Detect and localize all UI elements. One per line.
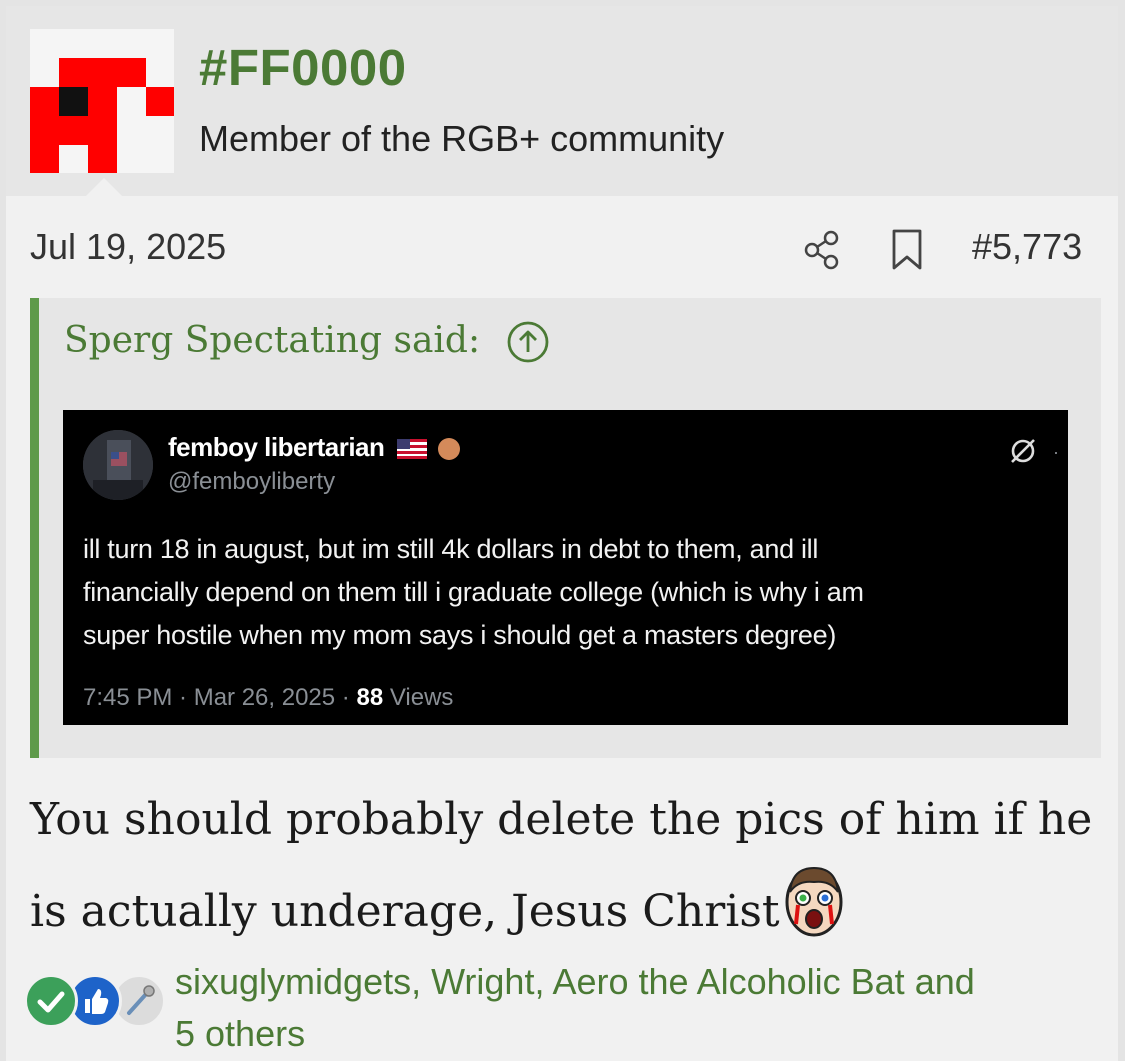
reaction-users-line: sixuglymidgets, Wright, Aero the Alcohol… xyxy=(175,961,975,1002)
check-reaction-icon xyxy=(24,974,78,1028)
tweet-display-name-text: femboy libertarian xyxy=(168,432,385,462)
post-number-link[interactable]: #5,773 xyxy=(972,226,1082,268)
tweet-screenshot: femboy libertarian @femboyliberty · ill … xyxy=(63,410,1068,725)
tweet-avatar xyxy=(83,430,153,500)
more-dots-icon: · xyxy=(1053,442,1059,462)
screaming-face-emoji-icon xyxy=(785,866,843,937)
cat-emoji-icon xyxy=(437,438,460,461)
pixel-avatar-icon xyxy=(30,29,174,173)
reaction-users-link[interactable]: sixuglymidgets, Wright, Aero the Alcohol… xyxy=(175,956,1105,1060)
tweet-views-count: 88 xyxy=(356,684,384,711)
jump-to-quote-icon[interactable] xyxy=(506,320,550,369)
post-body: You should probably delete the pics of h… xyxy=(30,778,1110,954)
post-header: #FF0000 Member of the RGB+ community xyxy=(6,6,1118,196)
share-icon[interactable] xyxy=(800,228,844,277)
post-body-line-2: is actually underage, Jesus Christ xyxy=(30,862,1110,954)
quote-author-said[interactable]: Sperg Spectating said: xyxy=(64,320,480,361)
tweet-meta: 7:45 PM · Mar 26, 2025 · 88 Views xyxy=(83,684,453,712)
quote-block: Sperg Spectating said: femboy libertaria… xyxy=(30,298,1101,758)
tweet-display-name: femboy libertarian xyxy=(168,432,460,463)
tweet-text-line: super hostile when my mom says i should … xyxy=(83,620,837,650)
username[interactable]: #FF0000 xyxy=(199,38,407,97)
post-date[interactable]: Jul 19, 2025 xyxy=(30,226,226,268)
post-body-line-text: is actually underage, Jesus Christ xyxy=(30,886,780,937)
post-body-line: You should probably delete the pics of h… xyxy=(30,794,1093,845)
reaction-icons[interactable] xyxy=(24,974,174,1038)
us-flag-icon xyxy=(397,439,428,460)
user-avatar[interactable] xyxy=(30,29,174,173)
tweet-timestamp: 7:45 PM · Mar 26, 2025 · xyxy=(83,684,357,711)
tweet-handle: @femboyliberty xyxy=(168,468,336,495)
grok-icon xyxy=(1008,436,1038,471)
bookmark-icon[interactable] xyxy=(889,228,925,277)
avatar-notch xyxy=(86,178,122,196)
user-title: Member of the RGB+ community xyxy=(199,118,725,159)
tweet-views-label: Views xyxy=(383,684,454,711)
tweet-text-line: ill turn 18 in august, but im still 4k d… xyxy=(83,534,819,564)
reaction-users-line: 5 others xyxy=(175,1013,306,1054)
forum-post: #FF0000 Member of the RGB+ community Jul… xyxy=(6,6,1118,1061)
tweet-text: ill turn 18 in august, but im still 4k d… xyxy=(83,528,1053,657)
tweet-text-line: financially depend on them till i gradua… xyxy=(83,577,864,607)
